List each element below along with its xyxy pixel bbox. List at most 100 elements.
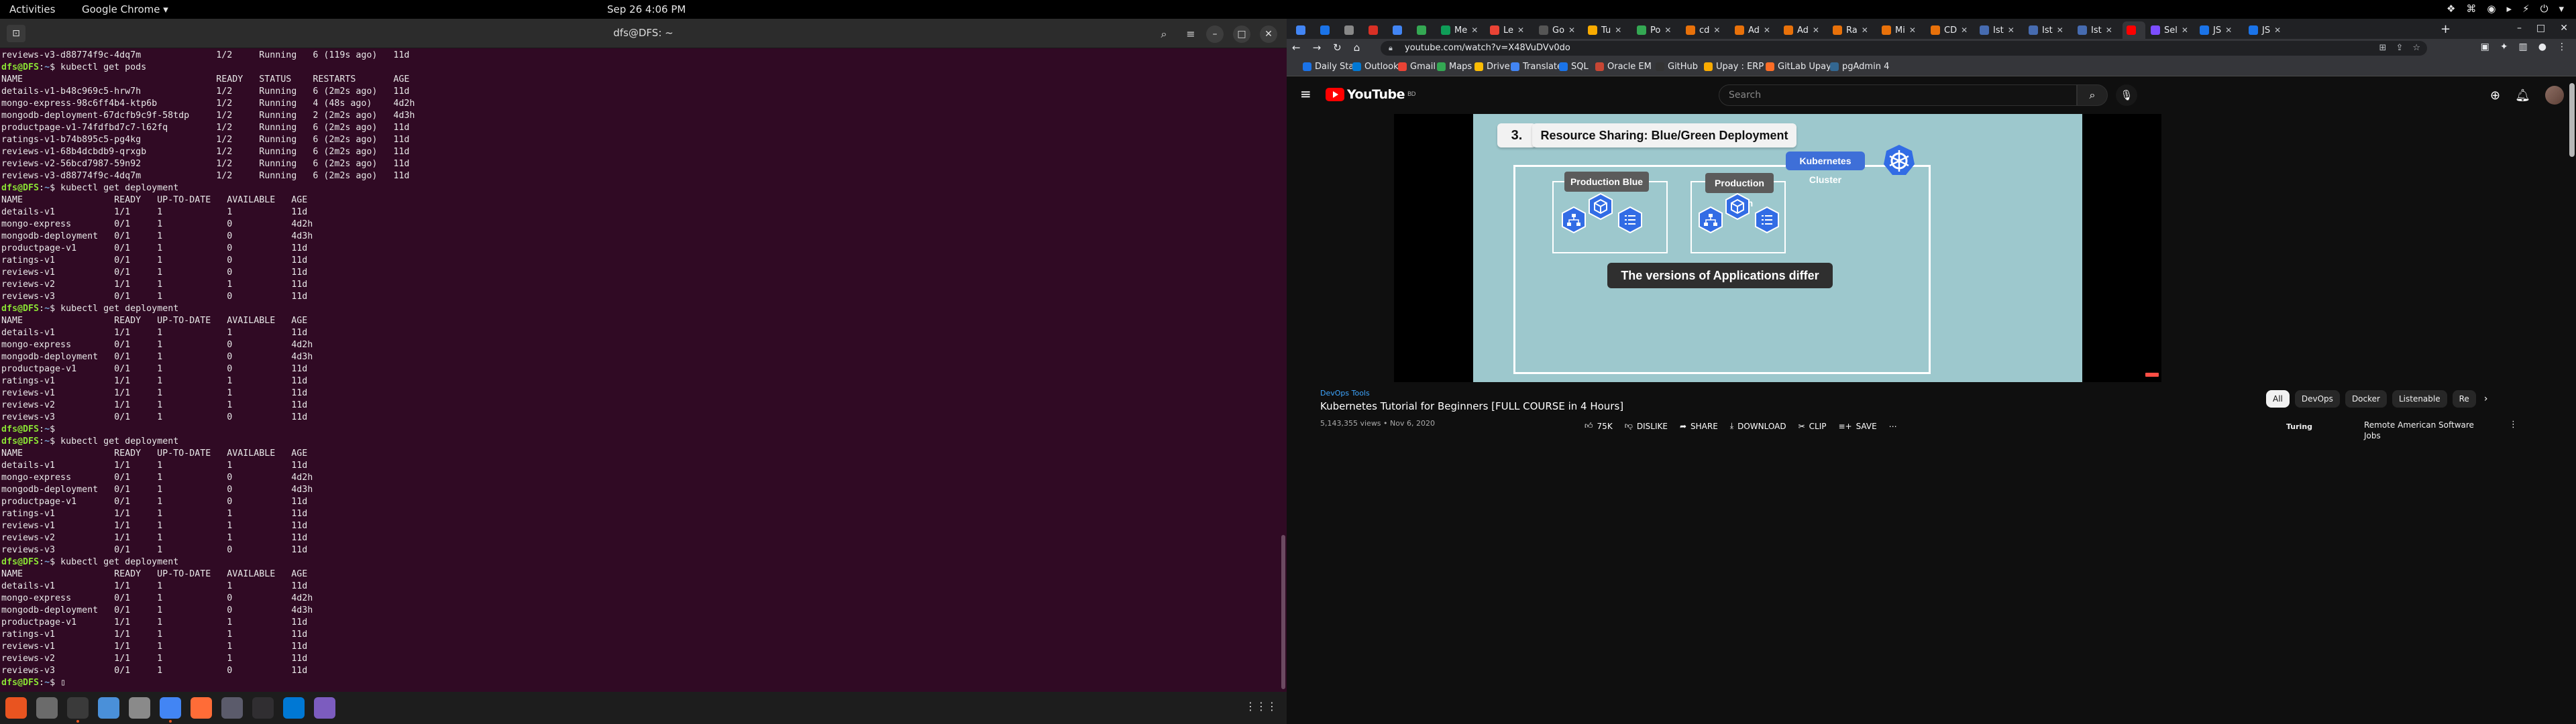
browser-tab[interactable]: Po ✕: [1633, 21, 1680, 39]
close-tab-icon[interactable]: ✕: [2008, 25, 2015, 35]
close-tab-icon[interactable]: ✕: [1862, 25, 1868, 35]
tray-icon[interactable]: ⌘: [2466, 3, 2476, 15]
close-tab-icon[interactable]: ✕: [2225, 25, 2232, 35]
files-icon[interactable]: [129, 697, 150, 719]
new-tab-button[interactable]: +: [2440, 22, 2451, 36]
close-tab-icon[interactable]: ✕: [2106, 25, 2112, 35]
terminal-scrollbar[interactable]: [1281, 535, 1285, 689]
browser-tab[interactable]: Ra ✕: [1829, 21, 1876, 39]
close-icon[interactable]: ✕: [1260, 25, 1277, 43]
clock[interactable]: Sep 26 4:06 PM: [607, 3, 686, 15]
network-icon[interactable]: ◉: [2487, 3, 2496, 15]
browser-tab[interactable]: Ad ✕: [1780, 21, 1827, 39]
channel-name[interactable]: DevOps Tools: [1320, 389, 2179, 398]
browser-tab[interactable]: [1364, 21, 1387, 39]
close-tab-icon[interactable]: ✕: [1961, 25, 1968, 35]
chip-more[interactable]: Re: [2452, 390, 2476, 408]
browser-tab[interactable]: [1340, 21, 1363, 39]
minimize-icon[interactable]: –: [1206, 25, 1224, 43]
postman-icon[interactable]: [191, 697, 212, 719]
browser-tab[interactable]: Mi ✕: [1878, 21, 1925, 39]
browser-tab[interactable]: [1413, 21, 1436, 39]
browser-tab[interactable]: cd ✕: [1682, 21, 1729, 39]
video-player[interactable]: 3. Resource Sharing: Blue/Green Deployme…: [1394, 114, 2161, 382]
browser-tab[interactable]: [1292, 21, 1315, 39]
close-tab-icon[interactable]: ✕: [1764, 25, 1770, 35]
chevron-down-icon[interactable]: ▾: [2559, 3, 2564, 15]
share-icon[interactable]: ⇪: [2396, 41, 2403, 56]
chip-docker[interactable]: Docker: [2345, 390, 2387, 408]
screenshot-icon[interactable]: [221, 697, 243, 719]
battery-icon[interactable]: ⚡: [2522, 3, 2530, 15]
hamburger-menu-icon[interactable]: ≡: [1300, 86, 1311, 102]
close-tab-icon[interactable]: ✕: [1813, 25, 1819, 35]
reload-icon[interactable]: ↻: [1333, 42, 1342, 54]
volume-icon[interactable]: ▸: [2507, 3, 2512, 15]
bookmark-item[interactable]: GitLab Upay: [1766, 62, 1831, 72]
extension-icon[interactable]: ▣: [2481, 42, 2489, 52]
browser-tab[interactable]: [1316, 21, 1339, 39]
bookmark-item[interactable]: GitHub: [1656, 62, 1698, 72]
bookmark-item[interactable]: Drive: [1474, 62, 1510, 72]
browser-tab[interactable]: Ist ✕: [2025, 21, 2072, 39]
page-scrollbar[interactable]: [2569, 83, 2575, 157]
bookmark-item[interactable]: Maps: [1437, 62, 1472, 72]
text-editor-icon[interactable]: [98, 697, 119, 719]
like-button[interactable]: 👍︎ 75K: [1585, 421, 1613, 431]
bookmark-item[interactable]: Translate: [1511, 62, 1562, 72]
browser-tab[interactable]: JS ✕: [2196, 21, 2243, 39]
terminal-window[interactable]: ⊡ dfs@DFS: ~ ⌕ ≡ – □ ✕ reviews-v3-d88774…: [0, 19, 1287, 692]
dislike-button[interactable]: 👎︎ DISLIKE: [1625, 421, 1668, 431]
lock-icon[interactable]: 🔒︎: [1389, 41, 1393, 56]
minimize-icon[interactable]: –: [2517, 23, 2522, 34]
chip-listenable[interactable]: Listenable: [2392, 390, 2447, 408]
app-grid-icon[interactable]: ⋮⋮⋮: [1245, 700, 1277, 713]
notifications-bell-icon[interactable]: 🔔︎: [2515, 88, 2530, 103]
bookmark-item[interactable]: Outlook: [1352, 62, 1399, 72]
more-actions-button[interactable]: ⋯: [1889, 422, 1897, 431]
browser-tab[interactable]: Me ✕: [1437, 21, 1485, 39]
terminal-icon[interactable]: [67, 697, 89, 719]
close-tab-icon[interactable]: ✕: [1909, 25, 1916, 35]
bookmark-item[interactable]: Daily Star: [1303, 62, 1358, 72]
create-video-icon[interactable]: ⊕: [2490, 88, 2500, 103]
save-button[interactable]: ≡+ SAVE: [1838, 422, 1876, 431]
side-panel-icon[interactable]: ▥: [2519, 42, 2528, 52]
bookmark-star-icon[interactable]: ☆: [2412, 41, 2420, 56]
settings-icon[interactable]: [36, 697, 58, 719]
maximize-icon[interactable]: □: [1233, 25, 1250, 43]
youtube-logo[interactable]: YouTube BD: [1326, 87, 1416, 102]
browser-tab[interactable]: Go ✕: [1535, 21, 1582, 39]
browser-tab[interactable]: Ist ✕: [1976, 21, 2023, 39]
close-tab-icon[interactable]: ✕: [1471, 25, 1478, 35]
download-button[interactable]: ⤓ DOWNLOAD: [1730, 421, 1786, 431]
close-tab-icon[interactable]: ✕: [1713, 25, 1720, 35]
bookmark-item[interactable]: Upay : ERP: [1704, 62, 1764, 72]
browser-tab[interactable]: Le ✕: [1486, 21, 1534, 39]
browser-tab[interactable]: Ad ✕: [1731, 21, 1778, 39]
ubuntu-software-icon[interactable]: [5, 697, 27, 719]
vscode-icon[interactable]: [283, 697, 305, 719]
terminal-output[interactable]: reviews-v3-d88774f9c-4dq7m 1/2 Running 6…: [1, 50, 1280, 692]
app-menu[interactable]: Google Chrome ▾: [82, 3, 168, 15]
bookmark-item[interactable]: Gmail: [1398, 62, 1436, 72]
address-bar[interactable]: 🔒︎ youtube.com/watch?v=X48VuDVv0do ⊞ ⇪ ☆: [1381, 41, 2427, 56]
tray-icon[interactable]: ❖: [2447, 3, 2455, 15]
browser-tab[interactable]: JS ✕: [2245, 21, 2292, 39]
forward-icon[interactable]: →: [1313, 42, 1322, 54]
maximize-icon[interactable]: □: [2536, 23, 2545, 34]
browser-tab[interactable]: [2123, 21, 2145, 39]
close-tab-icon[interactable]: ✕: [2057, 25, 2063, 35]
clip-button[interactable]: ✂ CLIP: [1799, 422, 1827, 431]
avatar[interactable]: [2545, 86, 2564, 105]
system-tray[interactable]: ❖ ⌘ ◉ ▸ ⚡ ⏻ ▾: [2447, 3, 2564, 15]
home-icon[interactable]: ⌂: [1354, 42, 1360, 54]
browser-tab[interactable]: Sel ✕: [2147, 21, 2194, 39]
chrome-menu-icon[interactable]: ⋮: [2557, 42, 2567, 52]
close-tab-icon[interactable]: ✕: [1615, 25, 1621, 35]
bookmark-item[interactable]: SQL: [1559, 62, 1589, 72]
install-icon[interactable]: ⊞: [2379, 41, 2387, 56]
obs-icon[interactable]: [252, 697, 274, 719]
browser-tab[interactable]: CD ✕: [1927, 21, 1974, 39]
extensions-puzzle-icon[interactable]: ✦: [2500, 42, 2508, 52]
